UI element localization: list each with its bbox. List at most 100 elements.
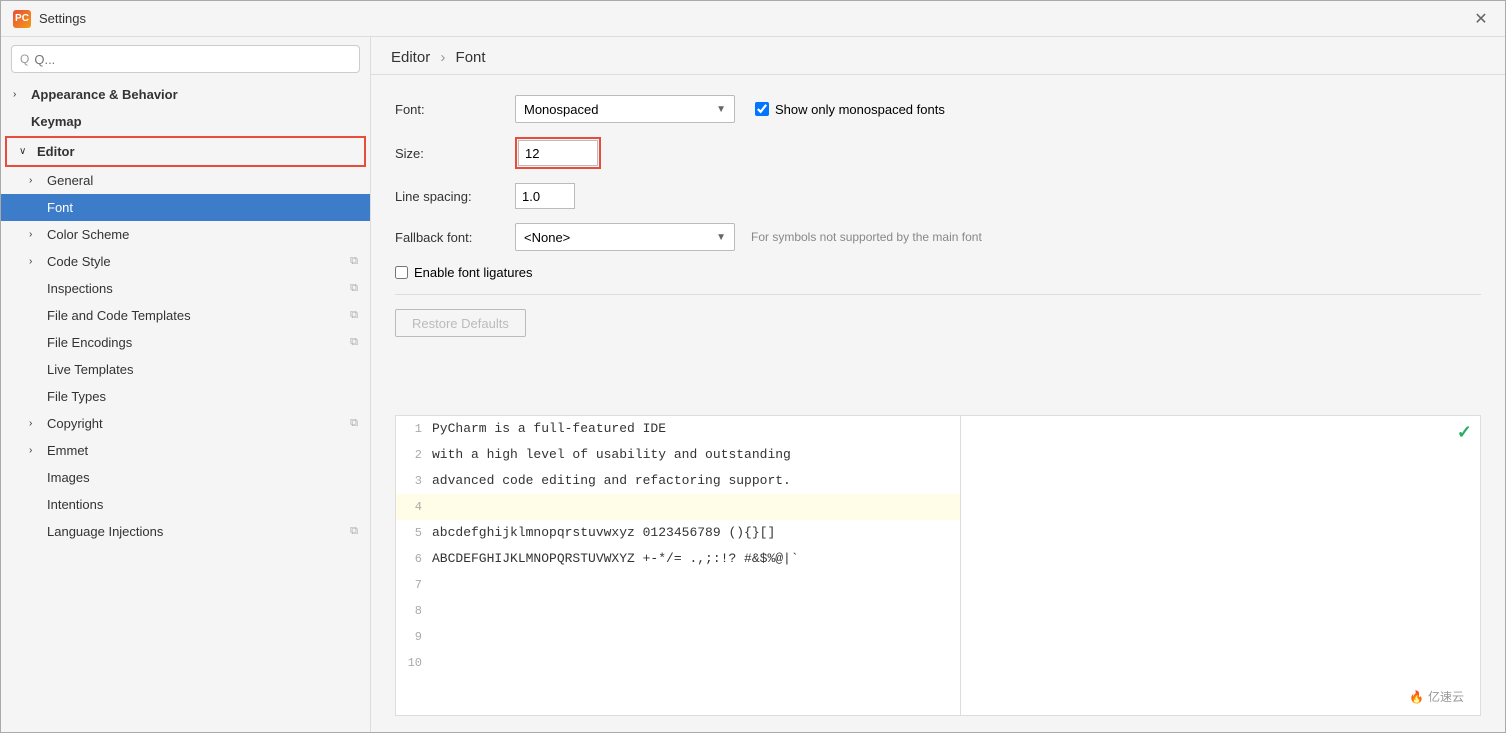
sidebar-item-appearance[interactable]: › Appearance & Behavior xyxy=(1,81,370,108)
expand-arrow: › xyxy=(13,89,25,100)
preview-line-7: 7 xyxy=(396,572,960,598)
line-number: 3 xyxy=(396,474,432,488)
sidebar-item-label: File Types xyxy=(47,389,106,404)
sidebar-item-label: File Encodings xyxy=(47,335,132,350)
line-number: 5 xyxy=(396,526,432,540)
size-input[interactable] xyxy=(518,140,598,166)
restore-defaults-row: Restore Defaults xyxy=(395,309,1481,337)
line-content: advanced code editing and refactoring su… xyxy=(432,473,791,488)
sidebar-item-inspections[interactable]: Inspections ⧉ xyxy=(1,275,370,302)
line-number: 10 xyxy=(396,656,432,670)
preview-line-9: 9 xyxy=(396,624,960,650)
main-content: Q › Appearance & Behavior Keymap ∨ Edito… xyxy=(1,37,1505,732)
line-spacing-input[interactable] xyxy=(515,183,575,209)
sidebar-item-code-style[interactable]: › Code Style ⧉ xyxy=(1,248,370,275)
sidebar-item-file-encodings[interactable]: File Encodings ⧉ xyxy=(1,329,370,356)
expand-arrow: › xyxy=(29,418,41,429)
show-monospaced-label: Show only monospaced fonts xyxy=(775,102,945,117)
preview-lines: 1 PyCharm is a full-featured IDE 2 with … xyxy=(396,416,960,716)
close-button[interactable]: ✕ xyxy=(1469,7,1493,31)
line-content: ABCDEFGHIJKLMNOPQRSTUVWXYZ +-*/= .,;:!? … xyxy=(432,551,799,566)
preview-line-2: 2 with a high level of usability and out… xyxy=(396,442,960,468)
copy-icon: ⧉ xyxy=(350,282,358,295)
sidebar-item-keymap[interactable]: Keymap xyxy=(1,108,370,135)
sidebar-item-images[interactable]: Images xyxy=(1,464,370,491)
line-content: abcdefghijklmnopqrstuvwxyz 0123456789 ()… xyxy=(432,525,775,540)
breadcrumb-current: Font xyxy=(456,49,486,66)
expand-arrow: ∨ xyxy=(19,146,31,157)
sidebar-item-label: Editor xyxy=(37,144,75,159)
preview-line-3: 3 advanced code editing and refactoring … xyxy=(396,468,960,494)
search-input[interactable] xyxy=(34,52,351,67)
ligatures-checkbox[interactable] xyxy=(395,266,408,279)
font-value: Monospaced xyxy=(524,102,598,117)
show-monospaced-checkbox[interactable] xyxy=(755,102,769,116)
sidebar-item-label: Copyright xyxy=(47,416,103,431)
sidebar-item-file-code-templates[interactable]: File and Code Templates ⧉ xyxy=(1,302,370,329)
fallback-label: Fallback font: xyxy=(395,230,515,245)
divider xyxy=(395,294,1481,295)
breadcrumb-parent: Editor xyxy=(391,49,430,66)
preview-right-panel xyxy=(960,416,1480,716)
expand-arrow: › xyxy=(29,229,41,240)
preview-area: 1 PyCharm is a full-featured IDE 2 with … xyxy=(395,415,1481,717)
line-number: 7 xyxy=(396,578,432,592)
ligatures-label: Enable font ligatures xyxy=(414,265,533,280)
settings-window: PC Settings ✕ Q › Appearance & Behavior … xyxy=(0,0,1506,733)
sidebar-item-editor[interactable]: ∨ Editor xyxy=(7,138,364,165)
line-number: 1 xyxy=(396,422,432,436)
dropdown-arrow-icon: ▼ xyxy=(716,104,726,115)
expand-arrow: › xyxy=(29,175,41,186)
expand-arrow: › xyxy=(29,256,41,267)
sidebar-item-color-scheme[interactable]: › Color Scheme xyxy=(1,221,370,248)
preview-line-5: 5 abcdefghijklmnopqrstuvwxyz 0123456789 … xyxy=(396,520,960,546)
line-number: 9 xyxy=(396,630,432,644)
copy-icon: ⧉ xyxy=(350,309,358,322)
sidebar-item-label: Font xyxy=(47,200,73,215)
size-row: Size: xyxy=(395,137,1481,169)
preview-checkmark: ✓ xyxy=(1457,422,1472,443)
sidebar-item-language-injections[interactable]: Language Injections ⧉ xyxy=(1,518,370,545)
sidebar-item-label: Code Style xyxy=(47,254,111,269)
sidebar-item-file-types[interactable]: File Types xyxy=(1,383,370,410)
preview-line-1: 1 PyCharm is a full-featured IDE xyxy=(396,416,960,442)
preview-line-6: 6 ABCDEFGHIJKLMNOPQRSTUVWXYZ +-*/= .,;:!… xyxy=(396,546,960,572)
preview-line-8: 8 xyxy=(396,598,960,624)
sidebar-item-label: Images xyxy=(47,470,90,485)
sidebar-item-label: Color Scheme xyxy=(47,227,129,242)
sidebar-item-emmet[interactable]: › Emmet xyxy=(1,437,370,464)
sidebar: Q › Appearance & Behavior Keymap ∨ Edito… xyxy=(1,37,371,732)
search-box: Q xyxy=(11,45,360,73)
ligatures-row: Enable font ligatures xyxy=(395,265,1481,280)
preview-line-10: 10 xyxy=(396,650,960,676)
line-number: 4 xyxy=(396,500,432,514)
fallback-value: <None> xyxy=(524,230,570,245)
search-icon: Q xyxy=(20,52,29,66)
sidebar-item-general[interactable]: › General xyxy=(1,167,370,194)
sidebar-item-font[interactable]: Font xyxy=(1,194,370,221)
line-number: 8 xyxy=(396,604,432,618)
font-dropdown[interactable]: Monospaced ▼ xyxy=(515,95,735,123)
sidebar-item-label: General xyxy=(47,173,93,188)
window-title: Settings xyxy=(39,11,1469,26)
sidebar-item-copyright[interactable]: › Copyright ⧉ xyxy=(1,410,370,437)
settings-area: Font: Monospaced ▼ Show only monospaced … xyxy=(371,75,1505,415)
line-number: 6 xyxy=(396,552,432,566)
sidebar-item-label: Inspections xyxy=(47,281,113,296)
watermark-text: 亿速云 xyxy=(1428,688,1464,705)
font-row: Font: Monospaced ▼ Show only monospaced … xyxy=(395,95,1481,123)
copy-icon: ⧉ xyxy=(350,525,358,538)
size-label: Size: xyxy=(395,146,515,161)
line-number: 2 xyxy=(396,448,432,462)
restore-defaults-button[interactable]: Restore Defaults xyxy=(395,309,526,337)
fallback-hint: For symbols not supported by the main fo… xyxy=(751,230,982,244)
sidebar-item-live-templates[interactable]: Live Templates xyxy=(1,356,370,383)
title-bar: PC Settings ✕ xyxy=(1,1,1505,37)
expand-arrow: › xyxy=(29,445,41,456)
show-monospaced-row: Show only monospaced fonts xyxy=(755,102,945,117)
fallback-dropdown[interactable]: <None> ▼ xyxy=(515,223,735,251)
copy-icon: ⧉ xyxy=(350,255,358,268)
sidebar-item-intentions[interactable]: Intentions xyxy=(1,491,370,518)
line-content: with a high level of usability and outst… xyxy=(432,447,791,462)
sidebar-item-label: Keymap xyxy=(31,114,82,129)
